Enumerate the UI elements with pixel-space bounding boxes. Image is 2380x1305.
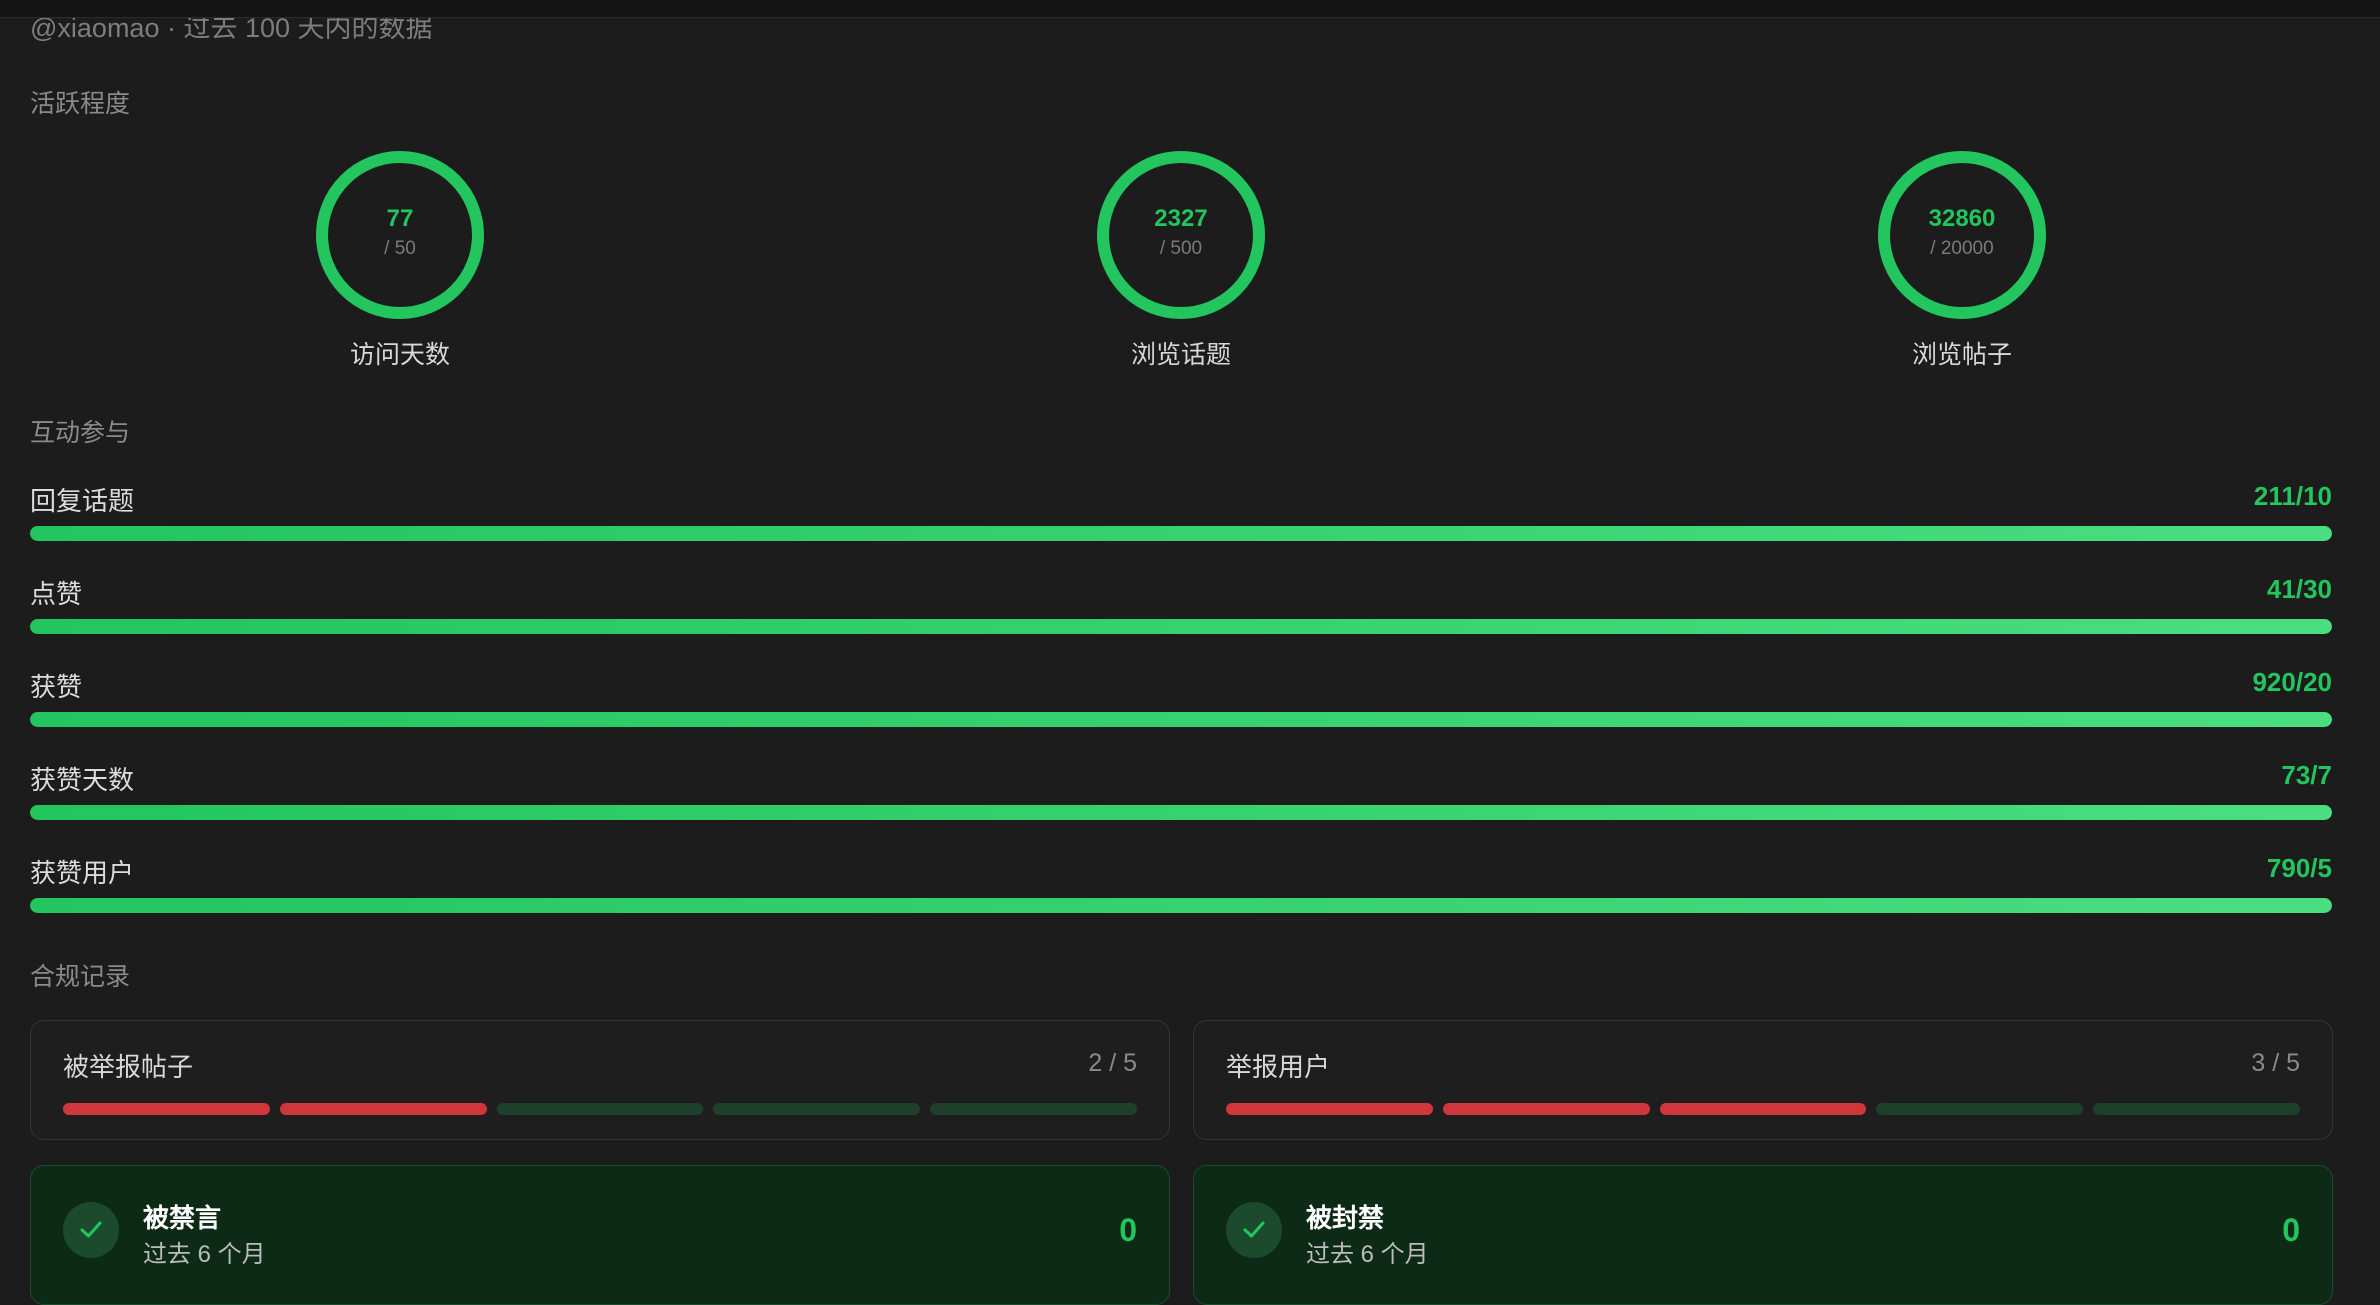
ring-target: / 20000 [1930,238,1994,259]
report-count: 3 / 5 [2251,1049,2300,1077]
progress-label: 回复话题 [30,486,135,516]
segment-empty [930,1103,1137,1115]
progress-track [30,898,2332,913]
status-value: 0 [1119,1212,1137,1248]
progress-row-liked-days: 获赞天数 73/7 [30,760,2332,820]
check-icon [1226,1202,1282,1258]
status-subtitle: 过去 6 个月 [1306,1241,1429,1268]
progress-track [30,712,2332,727]
progress-track [30,805,2332,820]
status-title: 被封禁 [1306,1203,1385,1233]
status-value: 0 [2282,1212,2300,1248]
ring-target: / 50 [384,238,416,259]
ring-visit-days: 77 / 50 访问天数 [250,150,550,380]
section-title-engagement: 互动参与 [30,419,131,447]
report-count: 2 / 5 [1088,1049,1137,1077]
ring-chart: 32860 / 20000 [1877,150,2047,320]
report-card-flagged-posts: 被举报帖子 2 / 5 [30,1020,1170,1140]
progress-value: 41/30 [2266,574,2332,604]
ring-chart: 2327 / 500 [1096,150,1266,320]
progress-fill [30,898,2332,913]
ring-chart: 77 / 50 [315,150,485,320]
status-card-silenced: 被禁言 过去 6 个月 0 [30,1165,1170,1305]
segment-filled [279,1103,487,1115]
report-segments [63,1103,1137,1115]
progress-value: 790/5 [2266,853,2332,883]
progress-value: 211/10 [2253,481,2332,511]
ring-label: 浏览帖子 [1911,341,2012,369]
ring-label: 浏览话题 [1130,341,1231,369]
progress-label: 获赞天数 [30,765,135,795]
progress-track [30,619,2332,634]
progress-fill [30,712,2332,727]
ring-value: 2327 [1154,205,1208,232]
status-subtitle: 过去 6 个月 [143,1241,266,1268]
segment-empty [1876,1103,2084,1115]
report-title: 被举报帖子 [63,1052,194,1082]
ring-label: 访问天数 [349,341,450,369]
report-card-reported-users: 举报用户 3 / 5 [1193,1020,2333,1140]
segment-empty [2093,1103,2300,1115]
ring-graphic [316,151,484,319]
segment-filled [1226,1103,1433,1115]
segment-filled [63,1103,270,1115]
ring-value: 32860 [1928,205,1996,232]
ring-graphic [1878,151,2046,319]
progress-label: 获赞 [30,672,83,702]
check-icon [63,1202,119,1258]
progress-track [30,526,2332,541]
progress-row-liked-users: 获赞用户 790/5 [30,853,2332,913]
progress-label: 点赞 [30,579,83,609]
segment-filled [1442,1103,1650,1115]
progress-value: 920/20 [2252,667,2332,697]
section-title-activity: 活跃程度 [30,90,131,118]
progress-label: 获赞用户 [30,858,135,888]
ring-posts-viewed: 32860 / 20000 浏览帖子 [1812,150,2112,380]
progress-fill [30,526,2332,541]
progress-fill [30,619,2332,634]
ring-target: / 500 [1159,238,1203,259]
progress-value: 73/7 [2281,760,2332,790]
status-card-suspended: 被封禁 过去 6 个月 0 [1193,1165,2333,1305]
progress-row-likes-received: 获赞 920/20 [30,667,2332,727]
progress-row-likes-given: 点赞 41/30 [30,574,2332,634]
top-bar [0,0,2380,18]
progress-fill [30,805,2332,820]
segment-filled [1659,1103,1867,1115]
ring-topics-viewed: 2327 / 500 浏览话题 [1031,150,1331,380]
progress-row-replies: 回复话题 211/10 [30,481,2332,541]
segment-empty [713,1103,921,1115]
ring-graphic [1097,151,1265,319]
report-segments [1226,1103,2300,1115]
segment-empty [496,1103,704,1115]
report-title: 举报用户 [1226,1052,1331,1082]
status-title: 被禁言 [143,1203,222,1233]
ring-value: 77 [386,205,414,232]
section-title-compliance: 合规记录 [30,963,131,991]
